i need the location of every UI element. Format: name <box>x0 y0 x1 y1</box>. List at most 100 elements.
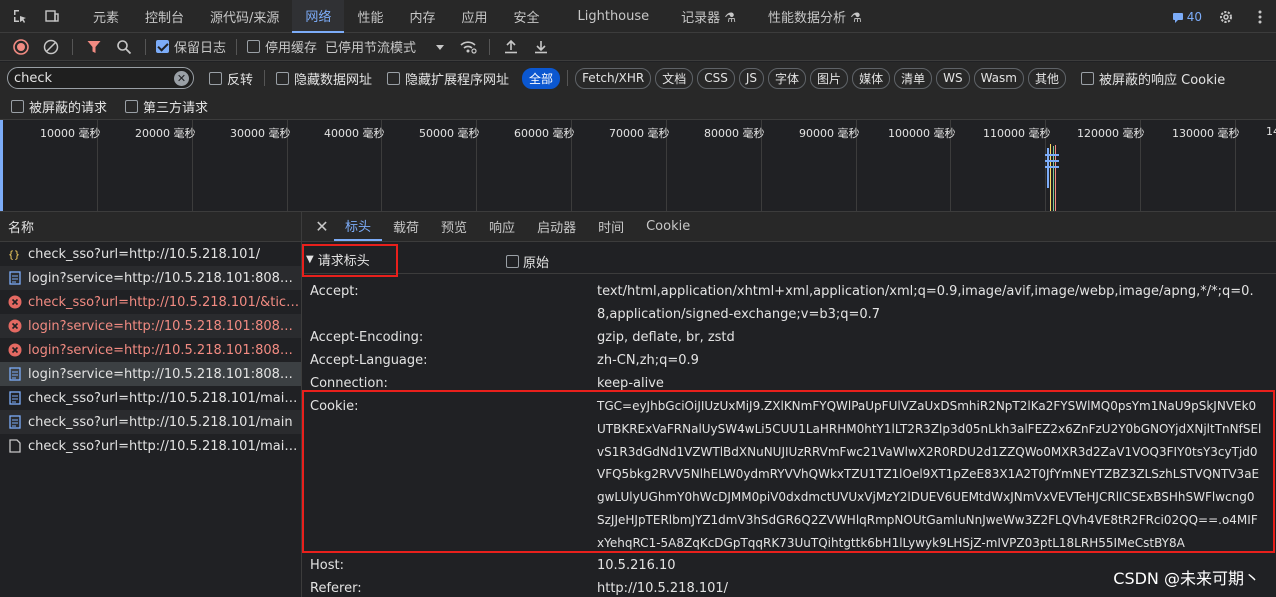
type-chip-js[interactable]: JS <box>738 67 765 89</box>
tab-security[interactable]: 安全 <box>500 0 552 33</box>
tab-console[interactable]: 控制台 <box>132 0 197 33</box>
checkbox-unchecked[interactable] <box>247 40 261 53</box>
tab-application[interactable]: 应用 <box>448 0 500 33</box>
type-chip-css[interactable]: CSS <box>697 67 735 89</box>
type-chip-img[interactable]: 图片 <box>810 67 849 89</box>
request-row[interactable]: login?service=http://10.5.218.101:8083/u… <box>0 314 301 338</box>
request-row[interactable]: login?service=http://10.5.218.101:8083/u… <box>0 338 301 362</box>
checkbox-unchecked[interactable] <box>125 99 139 113</box>
network-conditions-wifi-icon[interactable] <box>457 36 479 58</box>
throttle-select[interactable]: 已停用节流模式 <box>325 37 445 56</box>
checkbox-unchecked[interactable] <box>1081 71 1094 85</box>
invert-checkbox[interactable]: 反转 <box>209 69 253 88</box>
divider <box>145 38 146 55</box>
filter-search-box[interactable]: ✕ <box>7 67 194 89</box>
more-options-icon[interactable] <box>1250 7 1270 27</box>
tab-cookies[interactable]: Cookie <box>635 212 701 241</box>
divider <box>567 70 569 86</box>
request-row[interactable]: {} check_sso?url=http://10.5.218.101/ <box>0 242 301 266</box>
type-chip-fetch-xhr[interactable]: Fetch/XHR <box>575 67 652 89</box>
checkbox-unchecked[interactable] <box>209 71 222 85</box>
blocked-requests-checkbox[interactable]: 被屏蔽的请求 <box>11 97 107 116</box>
type-chip-media[interactable]: 媒体 <box>852 67 891 89</box>
request-name: check_sso?url=http://10.5.218.101/main&t… <box>28 390 301 406</box>
header-name: Host: <box>310 558 344 573</box>
clear-filter-icon[interactable]: ✕ <box>174 70 189 86</box>
tab-payload[interactable]: 载荷 <box>382 212 430 241</box>
header-name: Accept: <box>310 284 359 299</box>
preserve-log-checkbox[interactable]: 保留日志 <box>156 37 226 56</box>
highlight-box-section <box>302 244 398 277</box>
filter-input[interactable] <box>14 70 174 86</box>
issues-badge[interactable]: 40 <box>1172 10 1202 24</box>
tick-label: 10000 毫秒 <box>40 127 101 140</box>
divider <box>264 70 266 86</box>
error-icon <box>8 319 22 333</box>
settings-gear-icon[interactable] <box>1216 7 1236 27</box>
tab-headers[interactable]: 标头 <box>334 212 383 241</box>
record-stop-icon[interactable] <box>10 36 32 58</box>
search-icon[interactable] <box>113 36 135 58</box>
hide-extension-urls-checkbox[interactable]: 隐藏扩展程序网址 <box>387 69 509 88</box>
tab-elements[interactable]: 元素 <box>80 0 132 33</box>
export-har-download-icon[interactable] <box>530 36 552 58</box>
checkbox-unchecked[interactable] <box>276 71 290 85</box>
import-har-upload-icon[interactable] <box>500 36 522 58</box>
tick-label: 130000 毫秒 <box>1172 127 1240 140</box>
tab-preview[interactable]: 预览 <box>430 212 478 241</box>
raw-label: 原始 <box>523 256 550 271</box>
request-row[interactable]: check_sso?url=http://10.5.218.101/main?j… <box>0 434 301 458</box>
header-value: gzip, deflate, br, zstd <box>597 330 735 345</box>
tab-timing[interactable]: 时间 <box>587 212 635 241</box>
selection-handle[interactable] <box>0 120 3 211</box>
request-name: check_sso?url=http://10.5.218.101/main <box>28 414 293 430</box>
device-toolbar-icon[interactable] <box>42 6 62 26</box>
type-chip-all[interactable]: 全部 <box>522 67 561 89</box>
tab-initiator[interactable]: 启动器 <box>526 212 587 241</box>
request-row[interactable]: check_sso?url=http://10.5.218.101/main <box>0 410 301 434</box>
close-icon[interactable]: ✕ <box>310 212 334 241</box>
request-row-selected[interactable]: login?service=http://10.5.218.101:8083/u… <box>0 362 301 386</box>
tab-response[interactable]: 响应 <box>478 212 526 241</box>
resource-type-filters: 全部 Fetch/XHR 文档 CSS JS 字体 图片 媒体 清单 WS Wa… <box>522 67 1066 89</box>
raw-checkbox[interactable]: 原始 <box>506 252 549 271</box>
preserve-log-label: 保留日志 <box>174 41 227 56</box>
request-row[interactable]: check_sso?url=http://10.5.218.101/main&t… <box>0 386 301 410</box>
document-icon <box>8 391 22 405</box>
checkbox-unchecked[interactable] <box>387 71 401 85</box>
filter-funnel-icon[interactable] <box>83 36 105 58</box>
network-overview-timeline[interactable]: 10000 毫秒 20000 毫秒 30000 毫秒 40000 毫秒 5000… <box>0 120 1276 212</box>
checkbox-unchecked[interactable] <box>506 255 519 268</box>
tab-performance-insights[interactable]: 性能数据分析 ⚗ <box>755 0 875 33</box>
hide-data-urls-checkbox[interactable]: 隐藏数据网址 <box>276 69 372 88</box>
type-chip-ws[interactable]: WS <box>936 67 970 89</box>
request-row[interactable]: login?service=http://10.5.218.101:8083/u… <box>0 266 301 290</box>
tick-label: 100000 毫秒 <box>888 127 956 140</box>
disable-cache-checkbox[interactable]: 停用缓存 <box>247 37 317 56</box>
detail-tabs: ✕ 标头 载荷 预览 响应 启动器 时间 Cookie <box>302 212 1276 242</box>
inspect-element-icon[interactable] <box>10 6 30 26</box>
tab-performance[interactable]: 性能 <box>344 0 396 33</box>
tab-memory[interactable]: 内存 <box>396 0 448 33</box>
type-chip-font[interactable]: 字体 <box>768 67 807 89</box>
checkbox-checked[interactable] <box>156 40 169 53</box>
tab-sources[interactable]: 源代码/来源 <box>197 0 292 33</box>
clear-icon[interactable] <box>40 36 62 58</box>
svg-text:{}: {} <box>8 250 20 261</box>
document-icon <box>8 367 22 381</box>
type-chip-manifest[interactable]: 清单 <box>894 67 933 89</box>
hide-extension-urls-label: 隐藏扩展程序网址 <box>405 72 510 88</box>
third-party-checkbox[interactable]: 第三方请求 <box>125 97 208 116</box>
request-row[interactable]: check_sso?url=http://10.5.218.101/&ticke… <box>0 290 301 314</box>
type-chip-doc[interactable]: 文档 <box>655 67 694 89</box>
xhr-icon: {} <box>8 247 22 261</box>
name-column-header[interactable]: 名称 <box>0 212 301 242</box>
tab-recorder[interactable]: 记录器 ⚗ <box>668 0 749 33</box>
header-value: text/html,application/xhtml+xml,applicat… <box>597 284 1254 322</box>
tab-network[interactable]: 网络 <box>292 0 345 33</box>
blocked-cookies-checkbox[interactable]: 被屏蔽的响应 Cookie <box>1081 69 1225 88</box>
tab-lighthouse[interactable]: Lighthouse <box>565 0 663 33</box>
type-chip-wasm[interactable]: Wasm <box>973 67 1024 89</box>
checkbox-unchecked[interactable] <box>11 99 24 113</box>
type-chip-other[interactable]: 其他 <box>1027 67 1066 89</box>
